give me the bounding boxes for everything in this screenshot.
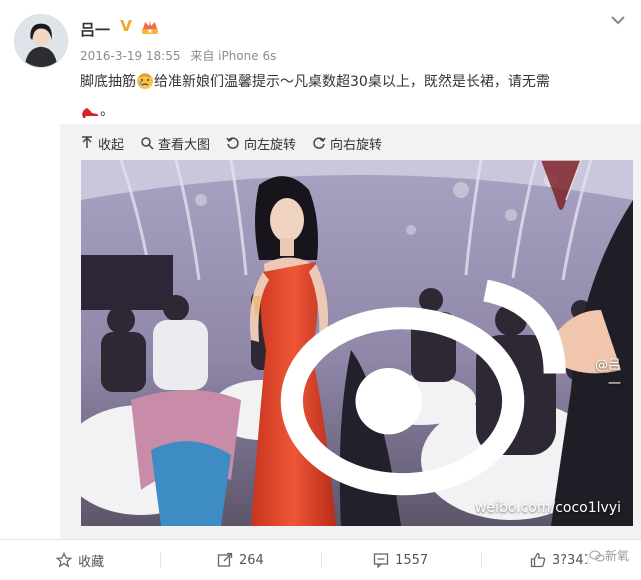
star-icon	[56, 552, 73, 568]
collapse-button[interactable]: 收起	[80, 133, 124, 153]
media-toolbar: 收起 查看大图 向左旋转 向右旋转	[80, 132, 398, 154]
post-source: 来自 iPhone 6s	[190, 49, 277, 63]
watermark-handle: @吕一	[594, 358, 621, 393]
rotate-right-icon	[313, 137, 326, 149]
favorite-button[interactable]: 收藏	[0, 540, 160, 580]
avatar[interactable]	[14, 14, 68, 68]
view-large-label: 查看大图	[158, 137, 211, 153]
post-text-part2: 给准新娘们温馨提示～凡桌数超30桌以上，既然是长裙，请无需	[154, 74, 550, 90]
collapse-label: 收起	[98, 137, 125, 153]
search-icon	[141, 137, 154, 150]
post-meta: 2016-3-19 18:55 来自 iPhone 6s	[80, 47, 282, 64]
crown-badge-icon	[141, 19, 159, 35]
repost-icon	[217, 552, 233, 567]
post-timestamp[interactable]: 2016-3-19 18:55	[80, 49, 181, 63]
media-panel: 收起 查看大图 向左旋转 向右旋转 @吕一 weibo.com/coco1lvy…	[60, 124, 641, 539]
like-count: 3?341	[551, 552, 592, 568]
post-photo[interactable]: @吕一 weibo.com/coco1lvyi	[81, 160, 633, 526]
post-text-part1: 脚底抽筋	[80, 74, 136, 90]
photo-watermark: @吕一 weibo.com/coco1lvyi	[278, 249, 621, 516]
action-bar: 收藏 264 1557 3?341 新氧	[0, 540, 641, 580]
username[interactable]: 吕一	[80, 19, 110, 40]
corner-watermark: 新氧	[586, 547, 631, 564]
view-large-button[interactable]: 查看大图	[140, 133, 210, 153]
crying-face-emoji-icon	[136, 72, 154, 99]
corner-watermark-text: 新氧	[604, 549, 629, 563]
rotate-left-icon	[226, 137, 239, 149]
favorite-label: 收藏	[78, 554, 105, 570]
repost-button[interactable]: 264	[160, 540, 320, 580]
comment-count: 1557	[395, 552, 429, 568]
weibo-post-card: 吕一 V 2016-3-19 18:55 来自 iPhone 6s 脚底抽筋 给准…	[0, 0, 641, 580]
comment-icon	[373, 553, 389, 568]
post-text: 脚底抽筋 给准新娘们温馨提示～凡桌数超30桌以上，既然是长裙，请无需 。	[80, 70, 625, 128]
weibo-logo-icon	[280, 279, 566, 496]
arrow-up-icon	[82, 136, 92, 148]
wechat-icon	[589, 549, 605, 562]
post-text-part3: 。	[100, 103, 114, 119]
thumbs-up-icon	[530, 552, 546, 568]
rotate-right-button[interactable]: 向右旋转	[312, 133, 382, 153]
chevron-down-icon[interactable]	[609, 12, 627, 26]
repost-count: 264	[238, 552, 264, 568]
rotate-right-label: 向右旋转	[330, 137, 383, 153]
vip-badge-icon: V	[120, 17, 132, 35]
watermark-url: weibo.com/coco1lvyi	[474, 500, 621, 516]
rotate-left-button[interactable]: 向左旋转	[226, 133, 296, 153]
comment-button[interactable]: 1557	[320, 540, 481, 580]
rotate-left-label: 向左旋转	[244, 137, 297, 153]
